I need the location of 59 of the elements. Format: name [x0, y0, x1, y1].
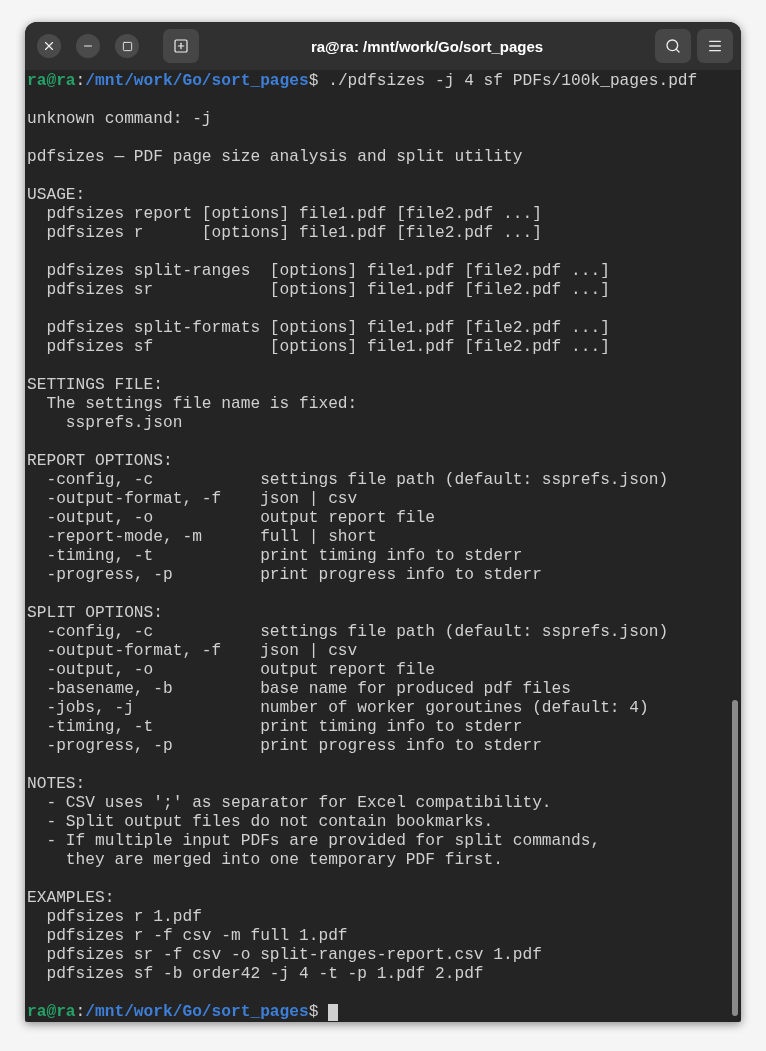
output-line: -progress, -p print progress info to stderr — [45, 566, 542, 585]
output-line: pdfsizes sr -f csv -o split-ranges-report.csv 1.pdf — [45, 946, 542, 965]
output-line: -output, -o output report file — [45, 509, 435, 528]
output-line: -config, -c settings file path (default: ssprefs.json) — [45, 471, 669, 490]
output-line: -basename, -b base name for produced pdf files — [45, 680, 571, 699]
search-button[interactable] — [655, 29, 691, 63]
output-line: NOTES: — [27, 775, 86, 794]
output-line: REPORT OPTIONS: — [27, 452, 173, 471]
search-icon — [665, 38, 681, 54]
prompt-symbol: $ — [308, 1003, 319, 1022]
output-line: USAGE: — [27, 186, 86, 205]
menu-button[interactable] — [697, 29, 733, 63]
scrollbar-thumb[interactable] — [732, 700, 738, 1016]
output-line: pdfsizes r 1.pdf — [45, 908, 202, 927]
new-tab-icon — [173, 38, 189, 54]
output-line: - Split output files do not contain bookmarks. — [45, 813, 494, 832]
output-line: pdfsizes r [options] file1.pdf [file2.pdf ...] — [45, 224, 542, 243]
output-line: - If multiple input PDFs are provided for split commands, — [45, 832, 601, 851]
new-tab-button[interactable] — [163, 29, 199, 63]
output-line: -timing, -t print timing info to stderr — [45, 718, 523, 737]
prompt-user: ra@ra — [27, 1003, 76, 1022]
prompt-path: /mnt/work/Go/sort_pages — [85, 72, 309, 91]
output-line: -report-mode, -m full | short — [45, 528, 377, 547]
output-line: SPLIT OPTIONS: — [27, 604, 163, 623]
output-line: -config, -c settings file path (default: ssprefs.json) — [45, 623, 669, 642]
output-line: pdfsizes split-ranges [options] file1.pdf [file2.pdf ...] — [45, 262, 610, 281]
maximize-icon — [121, 40, 133, 52]
output-line: pdfsizes r -f csv -m full 1.pdf — [45, 927, 348, 946]
output-line: pdfsizes split-formats [options] file1.pdf [file2.pdf ...] — [45, 319, 610, 338]
output-line: pdfsizes sr [options] file1.pdf [file2.pdf ...] — [45, 281, 610, 300]
output-line: pdfsizes sf -b order42 -j 4 -t -p 1.pdf 2.pdf — [45, 965, 484, 984]
output-line: -progress, -p print progress info to stderr — [45, 737, 542, 756]
output-line: The settings file name is fixed: — [45, 395, 358, 414]
window-title: ra@ra: /mnt/work/Go/sort_pages — [309, 37, 545, 55]
prompt-symbol: $ — [308, 72, 319, 91]
minimize-button[interactable] — [76, 34, 100, 58]
output-line: -timing, -t print timing info to stderr — [45, 547, 523, 566]
output-line: - CSV uses ';' as separator for Excel compatibility. — [45, 794, 552, 813]
command-text: ./pdfsizes -j 4 sf PDFs/100k_pages.pdf — [327, 72, 698, 91]
output-line: SETTINGS FILE: — [27, 376, 163, 395]
output-line: pdfsizes — PDF page size analysis and split utility — [27, 148, 523, 167]
prompt-user: ra@ra — [27, 72, 76, 91]
prompt-separator: : — [75, 72, 86, 91]
output-line: unknown command: -j — [27, 110, 212, 129]
output-line: -output, -o output report file — [45, 661, 435, 680]
output-line: -jobs, -j number of worker goroutines (default: 4) — [45, 699, 649, 718]
output-line: EXAMPLES: — [27, 889, 115, 908]
output-line: they are merged into one temporary PDF first. — [64, 851, 503, 870]
output-line: -output-format, -f json | csv — [45, 490, 358, 509]
output-line: -output-format, -f json | csv — [45, 642, 358, 661]
menu-icon — [707, 38, 723, 54]
close-icon — [42, 39, 56, 53]
output-line: ssprefs.json — [64, 414, 183, 433]
prompt-separator: : — [75, 1003, 86, 1022]
output-line: pdfsizes report [options] file1.pdf [file2.pdf ...] — [45, 205, 542, 224]
maximize-button[interactable] — [115, 34, 139, 58]
close-button[interactable] — [37, 34, 61, 58]
prompt-path: /mnt/work/Go/sort_pages — [85, 1003, 309, 1022]
output-line: pdfsizes sf [options] file1.pdf [file2.pdf ...] — [45, 338, 610, 357]
